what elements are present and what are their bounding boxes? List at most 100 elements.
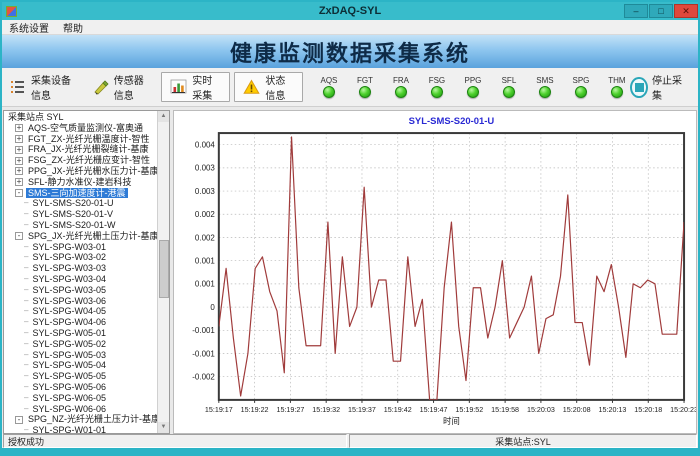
tree-item[interactable]: –SYL-SPG-W05-03 xyxy=(6,350,157,361)
warning-icon xyxy=(243,79,260,95)
tree-item-label[interactable]: SYL-SPG-W05-05 xyxy=(30,371,108,382)
expand-icon[interactable]: + xyxy=(15,178,23,186)
tree-item-label[interactable]: SYL-SPG-W06-06 xyxy=(30,404,108,415)
scroll-up-icon[interactable]: ▲ xyxy=(158,111,169,122)
device-info-button[interactable]: 采集设备信息 xyxy=(2,72,85,102)
tree-connector: – xyxy=(24,306,28,317)
tree-item[interactable]: –SYL-SPG-W06-05 xyxy=(6,393,157,404)
tree-connector: – xyxy=(24,274,28,285)
expand-icon[interactable]: + xyxy=(15,167,23,175)
tree-item-label[interactable]: FGT_ZX-光纤光栅温度计-智性 xyxy=(26,134,152,145)
tree-item-label[interactable]: SYL-SPG-W03-06 xyxy=(30,296,108,307)
tree-item-label[interactable]: SYL-SMS-S20-01-W xyxy=(30,220,117,231)
tree-item-label[interactable]: 采集站点 SYL xyxy=(6,112,66,123)
tree-item-label[interactable]: SYL-SMS-S20-01-V xyxy=(30,209,115,220)
tree-item[interactable]: –SYL-SPG-W04-05 xyxy=(6,306,157,317)
tree-item-label[interactable]: SMS-三向加速度计-港震 xyxy=(26,188,128,199)
tree-item-label[interactable]: SYL-SPG-W06-05 xyxy=(30,393,108,404)
tree-item[interactable]: –SYL-SPG-W05-04 xyxy=(6,360,157,371)
stop-collect-label: 停止采集 xyxy=(652,72,684,102)
tree-item-label[interactable]: SYL-SPG-W04-06 xyxy=(30,317,108,328)
tree-item[interactable]: +FRA_JX-光纤光栅裂缝计-基康 xyxy=(6,144,157,155)
expand-icon[interactable]: + xyxy=(15,135,23,143)
banner: 健康监测数据采集系统 xyxy=(2,35,698,68)
indicator-label: FGT xyxy=(357,76,373,85)
tree-item-label[interactable]: SYL-SPG-W03-01 xyxy=(30,242,108,253)
tree-item-label[interactable]: SYL-SPG-W03-02 xyxy=(30,252,108,263)
tree-item[interactable]: –SYL-SPG-W03-04 xyxy=(6,274,157,285)
tree-item-label[interactable]: SPG_JX-光纤光栅土压力计-基康 xyxy=(26,231,157,242)
tree-item[interactable]: –SYL-SPG-W04-06 xyxy=(6,317,157,328)
tree-item[interactable]: –SYL-SPG-W05-05 xyxy=(6,371,157,382)
tree-item-label[interactable]: SYL-SPG-W05-03 xyxy=(30,350,108,361)
collapse-icon[interactable]: - xyxy=(15,189,23,197)
tree-item-label[interactable]: SYL-SPG-W04-05 xyxy=(30,306,108,317)
tree-item-label[interactable]: SFL-静力水准仪-建岩科技 xyxy=(26,177,134,188)
tree-item[interactable]: +FGT_ZX-光纤光栅温度计-智性 xyxy=(6,134,157,145)
indicator-label: SFL xyxy=(502,76,517,85)
tree-item-label[interactable]: FSG_ZX-光纤光栅应变计-智性 xyxy=(26,155,152,166)
y-tick-label: 0.003 xyxy=(195,164,215,173)
tree-item[interactable]: –SYL-SPG-W03-06 xyxy=(6,296,157,307)
tree-item-label[interactable]: SYL-SPG-W03-04 xyxy=(30,274,108,285)
tree-item-label[interactable]: SYL-SPG-W01-01 xyxy=(30,425,108,433)
channel-indicators: AQSFGTFRAFSGPPGSFLSMSSPGTHM xyxy=(315,76,630,98)
expand-icon[interactable]: + xyxy=(15,157,23,165)
tree-scrollbar[interactable]: ▲ ▼ xyxy=(157,111,169,433)
tree-item[interactable]: –SYL-SPG-W05-01 xyxy=(6,328,157,339)
tree-item[interactable]: +PPG_JX-光纤光栅水压力计-基康 xyxy=(6,166,157,177)
tree-item-label[interactable]: SYL-SPG-W03-05 xyxy=(30,285,108,296)
tree-connector: – xyxy=(24,317,28,328)
y-tick-label: 0.002 xyxy=(195,210,215,219)
tree-item-label[interactable]: FRA_JX-光纤光栅裂缝计-基康 xyxy=(26,144,151,155)
tree-item[interactable]: –SYL-SPG-W05-02 xyxy=(6,339,157,350)
tree-item-label[interactable]: SYL-SPG-W05-02 xyxy=(30,339,108,350)
tree-item-label[interactable]: SYL-SMS-S20-01-U xyxy=(30,198,115,209)
collapse-icon[interactable]: - xyxy=(15,232,23,240)
tree-item[interactable]: –SYL-SPG-W03-03 xyxy=(6,263,157,274)
tree-item[interactable]: -SPG_NZ-光纤光栅土压力计-基康 xyxy=(6,414,157,425)
stop-collect-button[interactable]: 停止采集 xyxy=(630,72,684,102)
scroll-down-icon[interactable]: ▼ xyxy=(158,422,169,433)
sensor-info-button[interactable]: 传感器信息 xyxy=(85,72,160,102)
realtime-collect-button[interactable]: 实时采集 xyxy=(161,72,230,102)
menu-help[interactable]: 帮助 xyxy=(56,20,90,35)
tree-item[interactable]: +FSG_ZX-光纤光栅应变计-智性 xyxy=(6,155,157,166)
tree-item[interactable]: -SMS-三向加速度计-港震 xyxy=(6,188,157,199)
tree-connector: – xyxy=(24,328,28,339)
status-info-button[interactable]: 状态信息 xyxy=(234,72,303,102)
expand-icon[interactable]: + xyxy=(15,146,23,154)
tree-item[interactable]: –SYL-SPG-W03-02 xyxy=(6,252,157,263)
close-button[interactable]: ✕ xyxy=(674,4,698,18)
menu-system-settings[interactable]: 系统设置 xyxy=(2,20,56,35)
tree-item[interactable]: +AQS-空气质量监测仪-富奥通 xyxy=(6,123,157,134)
tree-item[interactable]: –SYL-SMS-S20-01-W xyxy=(6,220,157,231)
tree-item-label[interactable]: SYL-SPG-W05-01 xyxy=(30,328,108,339)
maximize-button[interactable]: □ xyxy=(649,4,673,18)
scroll-thumb[interactable] xyxy=(159,240,169,298)
minimize-button[interactable]: – xyxy=(624,4,648,18)
tree-item[interactable]: –SYL-SPG-W03-01 xyxy=(6,242,157,253)
tree-item[interactable]: +SFL-静力水准仪-建岩科技 xyxy=(6,177,157,188)
expand-icon[interactable]: + xyxy=(15,124,23,132)
tree-item[interactable]: –SYL-SMS-S20-01-U xyxy=(6,198,157,209)
tree-item[interactable]: –SYL-SPG-W05-06 xyxy=(6,382,157,393)
tree-item-label[interactable]: SYL-SPG-W03-03 xyxy=(30,263,108,274)
tree-item[interactable]: –SYL-SPG-W03-05 xyxy=(6,285,157,296)
sensor-info-label: 传感器信息 xyxy=(114,72,152,102)
chart-panel: SYL-SMS-S20-01-U0.0040.0030.0030.0020.00… xyxy=(173,110,697,434)
tree-item[interactable]: -SPG_JX-光纤光栅土压力计-基康 xyxy=(6,231,157,242)
tree-item-label[interactable]: SYL-SPG-W05-04 xyxy=(30,360,108,371)
indicator-SPG: SPG xyxy=(567,76,594,98)
tree-item[interactable]: –SYL-SPG-W01-01 xyxy=(6,425,157,433)
collapse-icon[interactable]: - xyxy=(15,416,23,424)
green-led-icon xyxy=(395,86,407,98)
tree-item[interactable]: –SYL-SMS-S20-01-V xyxy=(6,209,157,220)
tree-item[interactable]: –SYL-SPG-W06-06 xyxy=(6,404,157,415)
tree-item-label[interactable]: SPG_NZ-光纤光栅土压力计-基康 xyxy=(26,414,157,425)
tree-item[interactable]: 采集站点 SYL xyxy=(6,112,157,123)
tree-connector: – xyxy=(24,371,28,382)
tree-item-label[interactable]: AQS-空气质量监测仪-富奥通 xyxy=(26,123,145,134)
tree-item-label[interactable]: SYL-SPG-W05-06 xyxy=(30,382,108,393)
tree-item-label[interactable]: PPG_JX-光纤光栅水压力计-基康 xyxy=(26,166,157,177)
